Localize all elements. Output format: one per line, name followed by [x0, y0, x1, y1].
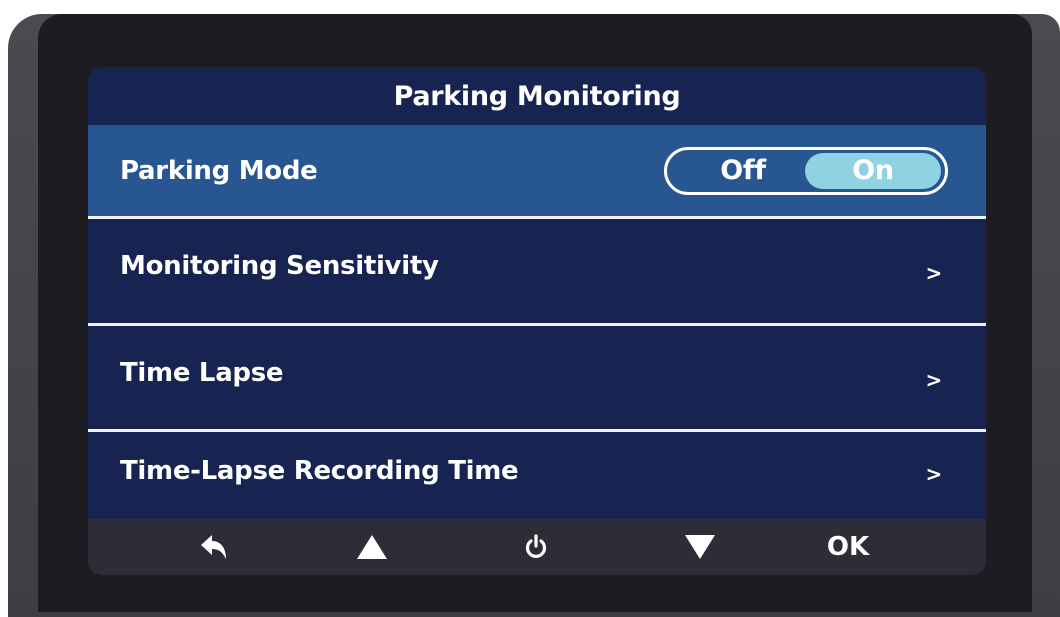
bottom-nav-bar: OK — [88, 519, 986, 575]
toggle-off-option[interactable]: Off — [693, 150, 793, 192]
up-arrow-icon — [357, 535, 387, 559]
chevron-right-icon: > — [925, 261, 943, 285]
menu-item-parking-mode[interactable]: Parking Mode Off On — [88, 125, 986, 217]
menu-item-time-lapse[interactable]: Time Lapse > — [88, 326, 986, 429]
dashcam-screen: Parking Monitoring Parking Mode Off On M… — [88, 67, 986, 575]
parking-mode-toggle[interactable]: Off On — [664, 147, 948, 195]
page-title: Parking Monitoring — [393, 80, 681, 112]
menu-item-label: Parking Mode — [120, 156, 318, 186]
menu-item-label: Monitoring Sensitivity — [120, 251, 439, 281]
toggle-on-option[interactable]: On — [805, 153, 941, 189]
chevron-right-icon: > — [925, 462, 943, 486]
down-button[interactable] — [670, 519, 730, 575]
up-button[interactable] — [342, 519, 402, 575]
back-button[interactable] — [184, 519, 244, 575]
menu-item-label: Time-Lapse Recording Time — [120, 456, 519, 486]
chevron-right-icon: > — [925, 368, 943, 392]
power-icon — [525, 534, 547, 558]
power-button[interactable] — [506, 519, 566, 575]
menu-item-time-lapse-recording-time[interactable]: Time-Lapse Recording Time > — [88, 432, 986, 519]
back-icon — [201, 535, 226, 559]
down-arrow-icon — [685, 535, 715, 559]
menu-item-label: Time Lapse — [120, 358, 284, 388]
menu-item-monitoring-sensitivity[interactable]: Monitoring Sensitivity > — [88, 219, 986, 323]
ok-button[interactable]: OK — [818, 519, 878, 575]
